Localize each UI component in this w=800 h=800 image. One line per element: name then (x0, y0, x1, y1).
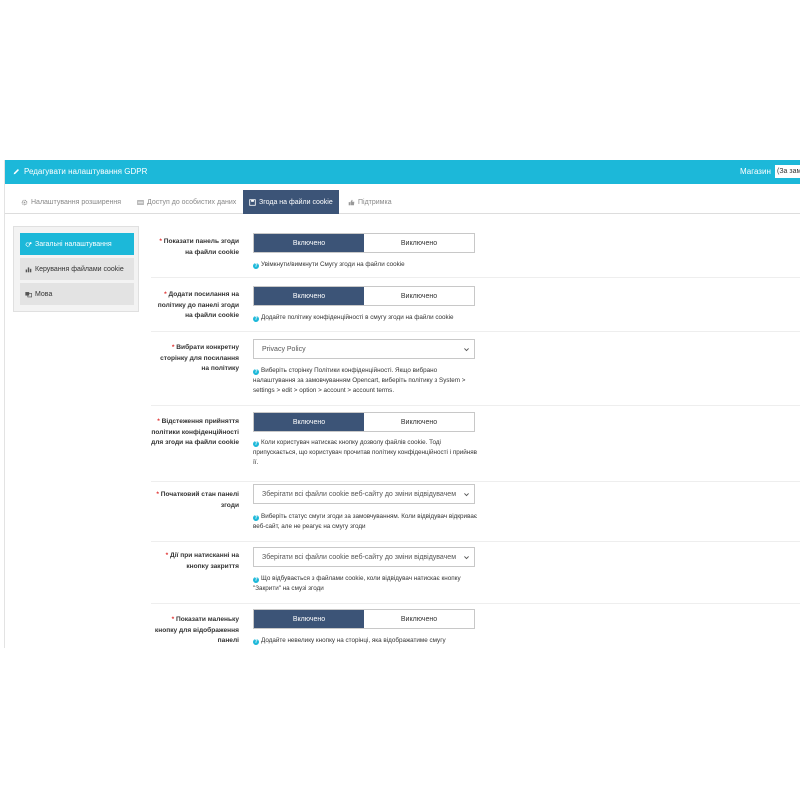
gear-icon (21, 199, 28, 205)
help-text: Увімкнути/вимкнути Смугу згоди на файли … (261, 261, 405, 268)
pencil-icon (13, 169, 19, 175)
field-help-text: ? Додайте невелику кнопку на сторінці, як… (253, 636, 478, 646)
tab-bar: Налаштування розширення Доступ до особис… (5, 190, 800, 214)
field-label-text: Показати панель згоди на файли cookie (163, 238, 239, 256)
panel-title-text: Редагувати налаштування GDPR (24, 167, 148, 176)
field-label-text: Відстеження прийняття політики конфіденц… (151, 418, 239, 446)
chevron-down-icon (464, 493, 469, 497)
sidebar-item-language[interactable]: Мова (20, 283, 134, 305)
toggle-off-button[interactable]: Виключено (364, 610, 474, 628)
question-icon: ? (253, 440, 259, 447)
toggle-on-button[interactable]: Включено (254, 610, 364, 628)
field-row-small-button: * Показати маленьку кнопку для відображе… (151, 604, 800, 648)
question-icon: ? (253, 368, 259, 375)
field-label: * Додати посилання на політику до панелі… (151, 290, 239, 322)
sidebar-item-label: Мова (35, 290, 53, 298)
tab-personal-data-access[interactable]: Доступ до особистих даних (131, 190, 242, 214)
field-label: * Дії при натисканні на кнопку закриття (151, 551, 239, 572)
chevron-down-icon (464, 556, 469, 560)
field-help-text: ? Увімкнути/вимкнути Смугу згоди на файли… (253, 260, 478, 270)
help-text: Додайте невелику кнопку на сторінці, яка… (261, 637, 446, 644)
settings-sidebar: Загальні налаштування Керування файлами … (13, 226, 139, 312)
select-value: Зберігати всі файли cookie веб-сайту до … (262, 490, 457, 498)
help-text: Що відбувається з файлами cookie, коли в… (253, 575, 461, 592)
field-label: * Початковий стан панелі згоди (151, 490, 239, 511)
toggle-on-button[interactable]: Включено (254, 413, 364, 431)
panel-title: Редагувати налаштування GDPR (13, 167, 147, 176)
sidebar-item-label: Загальні налаштування (35, 240, 112, 248)
thumbs-up-icon (348, 199, 355, 205)
question-icon: ? (253, 315, 259, 322)
help-text: Виберіть статус смуги згоди за замовчува… (253, 513, 478, 530)
tab-label: Налаштування розширення (31, 198, 122, 206)
sidebar-item-label: Керування файлами cookie (35, 265, 124, 273)
field-help-text: ? Виберіть сторінку Політики конфіденційн… (253, 366, 478, 396)
help-text: Додайте політику конфіденційності в смуг… (261, 314, 454, 321)
table-icon (137, 199, 144, 205)
field-row-close-action: * Дії при натисканні на кнопку закриття … (151, 542, 800, 604)
save-icon (249, 198, 256, 206)
panel-header: Редагувати налаштування GDPR Магазин (За… (5, 160, 800, 184)
close-action-select[interactable]: Зберігати всі файли cookie веб-сайту до … (253, 547, 475, 567)
policy-page-select[interactable]: Privacy Policy (253, 339, 475, 359)
field-row-policy-link: * Додати посилання на політику до панелі… (151, 278, 800, 332)
field-row-policy-page: * Вибрати конкретну сторінку для посилан… (151, 332, 800, 406)
initial-state-select[interactable]: Зберігати всі файли cookie веб-сайту до … (253, 484, 475, 504)
select-value: Privacy Policy (262, 345, 306, 353)
field-label: * Відстеження прийняття політики конфіде… (151, 417, 239, 449)
bar-chart-icon (25, 266, 32, 272)
track-acceptance-toggle: Включено Виключено (253, 412, 475, 432)
question-icon: ? (253, 576, 259, 583)
field-help-text: ? Додайте політику конфіденційності в сму… (253, 313, 493, 323)
field-label: * Вибрати конкретну сторінку для посилан… (151, 343, 239, 375)
question-icon: ? (253, 638, 259, 645)
field-row-show-consent-bar: * Показати панель згоди на файли cookie … (151, 228, 800, 278)
store-select[interactable]: (За замовчуванням) (775, 165, 800, 178)
field-help-text: ? Що відбувається з файлами cookie, коли … (253, 574, 478, 594)
small-button-toggle: Включено Виключено (253, 609, 475, 629)
help-text: Виберіть сторінку Політики конфіденційно… (253, 367, 466, 394)
tab-label: Згода на файли cookie (259, 198, 333, 206)
store-label: Магазин (740, 167, 771, 176)
policy-link-toggle: Включено Виключено (253, 286, 475, 306)
toggle-off-button[interactable]: Виключено (364, 413, 474, 431)
tab-extension-settings[interactable]: Налаштування розширення (15, 190, 127, 214)
field-label-text: Додати посилання на політику до панелі з… (157, 291, 239, 319)
question-icon: ? (253, 262, 259, 269)
field-label-text: Дії при натисканні на кнопку закриття (170, 552, 239, 570)
consent-bar-toggle: Включено Виключено (253, 233, 475, 253)
tab-label: Підтримка (358, 198, 392, 206)
toggle-on-button[interactable]: Включено (254, 287, 364, 305)
field-label: * Показати панель згоди на файли cookie (151, 237, 239, 258)
toggle-off-button[interactable]: Виключено (364, 234, 474, 252)
tab-cookie-consent[interactable]: Згода на файли cookie (243, 190, 339, 214)
chevron-down-icon (464, 348, 469, 352)
field-row-track-acceptance: * Відстеження прийняття політики конфіде… (151, 406, 800, 482)
field-help-text: ? Коли користувач натискає кнопку дозволу… (253, 438, 478, 468)
select-value: Зберігати всі файли cookie веб-сайту до … (262, 553, 457, 561)
toggle-on-button[interactable]: Включено (254, 234, 364, 252)
field-label-text: Початковий стан панелі згоди (160, 491, 239, 509)
gdpr-settings-panel: Редагувати налаштування GDPR Магазин (За… (4, 160, 800, 648)
tab-support[interactable]: Підтримка (342, 190, 398, 214)
field-label: * Показати маленьку кнопку для відображе… (151, 615, 239, 647)
field-help-text: ? Виберіть статус смуги згоди за замовчув… (253, 512, 478, 532)
cogs-icon (25, 241, 32, 247)
language-icon (25, 291, 32, 297)
sidebar-item-general-settings[interactable]: Загальні налаштування (20, 233, 134, 255)
tab-label: Доступ до особистих даних (147, 198, 237, 206)
field-label-text: Показати маленьку кнопку для відображенн… (154, 616, 239, 644)
field-row-initial-state: * Початковий стан панелі згоди Зберігати… (151, 482, 800, 542)
help-text: Коли користувач натискає кнопку дозволу … (253, 439, 478, 466)
toggle-off-button[interactable]: Виключено (364, 287, 474, 305)
sidebar-item-cookie-management[interactable]: Керування файлами cookie (20, 258, 134, 280)
question-icon: ? (253, 514, 259, 521)
